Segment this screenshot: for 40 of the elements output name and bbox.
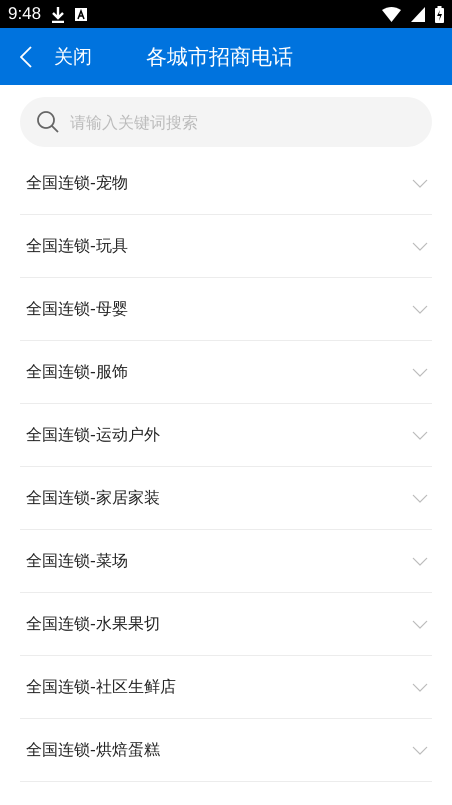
chevron-down-icon	[412, 494, 428, 502]
category-label: 全国连锁-宠物	[26, 172, 129, 194]
search-field[interactable]: 请输入关键词搜索	[20, 97, 432, 147]
chevron-down-icon	[412, 368, 428, 376]
category-row[interactable]: 全国连锁-社区生鲜店	[20, 656, 432, 719]
chevron-down-icon	[412, 620, 428, 628]
download-icon	[51, 6, 66, 22]
chevron-down-icon	[412, 746, 428, 754]
chevron-down-icon	[412, 178, 428, 188]
category-row[interactable]: 全国连锁-服饰	[20, 341, 432, 404]
category-label: 全国连锁-家居家装	[26, 488, 161, 508]
close-button[interactable]: 关闭	[20, 44, 92, 70]
category-label: 全国连锁-菜场	[26, 550, 129, 572]
category-row[interactable]: 全国连锁-菜场	[20, 530, 432, 593]
category-label: 全国连锁-母婴	[26, 298, 129, 320]
category-row[interactable]: 全国连锁-母婴	[20, 278, 432, 341]
chevron-down-icon	[412, 242, 428, 250]
signal-icon	[411, 6, 425, 22]
clock: 9:48	[8, 4, 42, 24]
category-row[interactable]: 全国连锁-运动户外	[20, 404, 432, 467]
category-label: 全国连锁-水果果切	[26, 614, 161, 634]
category-label: 全国连锁-烘焙蛋糕	[26, 740, 161, 760]
battery-icon	[435, 6, 444, 22]
app-icon	[75, 8, 88, 20]
category-label: 全国连锁-服饰	[26, 362, 129, 382]
chevron-down-icon	[412, 682, 428, 692]
category-label: 全国连锁-运动户外	[26, 424, 161, 446]
chevron-down-icon	[412, 304, 428, 314]
category-label: 全国连锁-玩具	[26, 236, 129, 256]
category-label: 全国连锁-社区生鲜店	[26, 676, 177, 698]
category-row[interactable]: 全国连锁-家居家装	[20, 467, 432, 530]
category-row[interactable]: 全国连锁-玩具	[20, 215, 432, 278]
wifi-icon	[382, 6, 401, 22]
category-row[interactable]: 全国连锁-宠物	[20, 152, 432, 215]
chevron-down-icon	[412, 556, 428, 566]
category-row[interactable]: 全国连锁-水果果切	[20, 593, 432, 656]
back-icon	[20, 46, 32, 68]
chevron-down-icon	[412, 430, 428, 440]
category-row[interactable]: 全国连锁-烘焙蛋糕	[20, 719, 432, 782]
page-title: 各城市招商电话	[146, 44, 293, 70]
